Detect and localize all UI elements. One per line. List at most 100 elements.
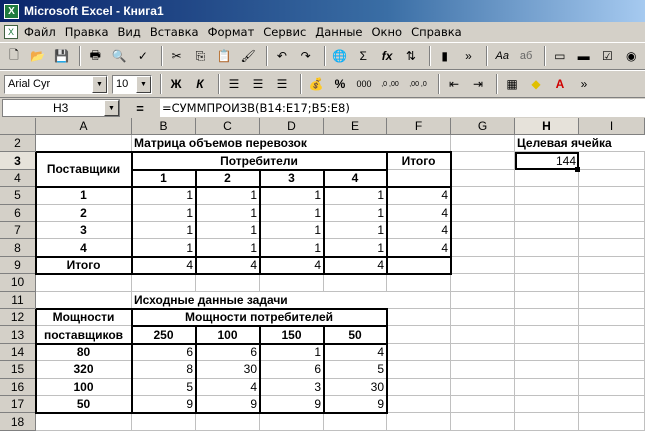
cell[interactable] — [515, 222, 579, 240]
column-total-cell[interactable]: 4 — [324, 256, 387, 275]
open-icon[interactable]: 📂 — [28, 46, 48, 66]
cell[interactable] — [579, 291, 645, 309]
select-all-corner[interactable] — [0, 118, 36, 135]
supplier-capacity[interactable]: 80 — [36, 343, 132, 362]
consumer-capacity[interactable]: 150 — [260, 326, 324, 344]
currency-icon[interactable]: 💰 — [306, 74, 326, 94]
target-label[interactable]: Целевая ячейка — [515, 135, 645, 153]
text-style-icon[interactable]: Аа — [492, 46, 512, 66]
column-header-a[interactable]: A — [36, 118, 132, 135]
matrix-cell[interactable]: 1 — [324, 204, 387, 222]
cost-cell[interactable]: 3 — [260, 378, 324, 396]
matrix-cell[interactable]: 1 — [196, 239, 260, 257]
cell[interactable] — [132, 274, 196, 292]
cell[interactable] — [36, 291, 132, 309]
outdent-icon[interactable]: ⇤ — [444, 74, 464, 94]
checkbox-icon[interactable]: ☑ — [598, 46, 618, 66]
row-header-7[interactable]: 7 — [0, 222, 36, 240]
cell[interactable] — [451, 222, 515, 240]
cell[interactable] — [515, 396, 579, 414]
row-header-2[interactable]: 2 — [0, 135, 36, 153]
row-header-3[interactable]: 3 — [0, 152, 36, 170]
cell[interactable] — [515, 309, 579, 327]
matrix-cell[interactable]: 1 — [260, 204, 324, 222]
consumers-header[interactable]: Потребители — [132, 152, 387, 170]
cell[interactable] — [515, 378, 579, 396]
column-header-e[interactable]: E — [324, 118, 387, 135]
chevron-down-icon[interactable]: ▼ — [104, 100, 119, 116]
menu-file[interactable]: Файл — [24, 25, 56, 39]
chevron-down-icon[interactable]: ▼ — [92, 75, 107, 93]
cost-cell[interactable]: 5 — [132, 378, 196, 396]
cell[interactable] — [324, 413, 387, 431]
cell[interactable] — [260, 413, 324, 431]
hyperlink-icon[interactable]: 🌐 — [330, 46, 350, 66]
cell[interactable] — [451, 135, 515, 153]
cell[interactable] — [451, 309, 515, 327]
cell[interactable] — [132, 413, 196, 431]
suppliers-header[interactable]: Поставщики — [36, 152, 132, 188]
cost-cell[interactable]: 30 — [324, 378, 387, 396]
cost-cell[interactable]: 6 — [260, 361, 324, 379]
matrix-cell[interactable]: 1 — [132, 187, 196, 205]
cell[interactable] — [387, 256, 451, 275]
cell[interactable] — [387, 396, 451, 414]
consumer-number[interactable]: 2 — [196, 169, 260, 188]
row-total-cell[interactable]: 4 — [387, 204, 451, 222]
new-icon[interactable]: 🗋 — [4, 46, 24, 66]
button-icon[interactable]: ▬ — [574, 46, 594, 66]
consumer-capacity[interactable]: 50 — [324, 326, 387, 344]
supplier-capacity[interactable]: 100 — [36, 378, 132, 396]
workbook-icon[interactable]: X — [4, 25, 18, 39]
cell[interactable] — [579, 152, 645, 170]
cell[interactable] — [579, 239, 645, 257]
cell[interactable] — [451, 239, 515, 257]
redo-icon[interactable]: ↷ — [296, 46, 316, 66]
borders-icon[interactable]: ▦ — [502, 74, 522, 94]
cell[interactable] — [387, 326, 451, 344]
matrix-title[interactable]: Матрица объемов перевозок — [132, 135, 387, 153]
supplier-capacity[interactable]: 50 — [36, 396, 132, 414]
total-row-label[interactable]: Итого — [36, 256, 132, 275]
cost-cell[interactable]: 9 — [196, 396, 260, 414]
cell[interactable] — [451, 291, 515, 309]
font-color-icon[interactable]: A — [550, 74, 570, 94]
column-header-g[interactable]: G — [451, 118, 515, 135]
matrix-cell[interactable]: 1 — [260, 187, 324, 205]
cell[interactable] — [579, 256, 645, 275]
cost-cell[interactable]: 30 — [196, 361, 260, 379]
target-cell[interactable]: 144 — [515, 152, 579, 170]
total-header[interactable]: Итого — [387, 152, 451, 170]
cell[interactable] — [387, 291, 451, 309]
row-header-16[interactable]: 16 — [0, 378, 36, 396]
formula-input[interactable]: =СУММПРОИЗВ(B14:E17;B5:E8) — [160, 99, 645, 117]
column-header-h[interactable]: H — [515, 118, 579, 135]
menu-help[interactable]: Справка — [411, 25, 462, 39]
thousands-button[interactable]: 000 — [354, 74, 374, 94]
cell[interactable] — [579, 343, 645, 362]
undo-icon[interactable]: ↶ — [272, 46, 292, 66]
column-header-d[interactable]: D — [260, 118, 324, 135]
cost-cell[interactable]: 4 — [196, 378, 260, 396]
cell[interactable] — [579, 326, 645, 344]
menu-format[interactable]: Формат — [208, 25, 255, 39]
cell[interactable] — [451, 169, 515, 188]
cell[interactable] — [515, 274, 579, 292]
cell[interactable] — [451, 361, 515, 379]
menu-tools[interactable]: Сервис — [263, 25, 306, 39]
cost-cell[interactable]: 5 — [324, 361, 387, 379]
align-left-icon[interactable]: ☰ — [224, 74, 244, 94]
supplier-capacity-header[interactable]: Мощности — [36, 309, 132, 327]
sort-ascending-icon[interactable]: ⇅ — [401, 46, 421, 66]
column-header-i[interactable]: I — [579, 118, 645, 135]
textbox-icon[interactable]: аб — [516, 46, 536, 66]
row-header-8[interactable]: 8 — [0, 239, 36, 257]
supplier-number[interactable]: 4 — [36, 239, 132, 257]
font-name-select[interactable]: Arial Cyr ▼ — [4, 74, 108, 94]
cell[interactable] — [579, 378, 645, 396]
cell[interactable] — [451, 152, 515, 170]
cell[interactable] — [324, 274, 387, 292]
row-header-14[interactable]: 14 — [0, 343, 36, 362]
save-icon[interactable]: 💾 — [52, 46, 72, 66]
consumer-number[interactable]: 1 — [132, 169, 196, 188]
